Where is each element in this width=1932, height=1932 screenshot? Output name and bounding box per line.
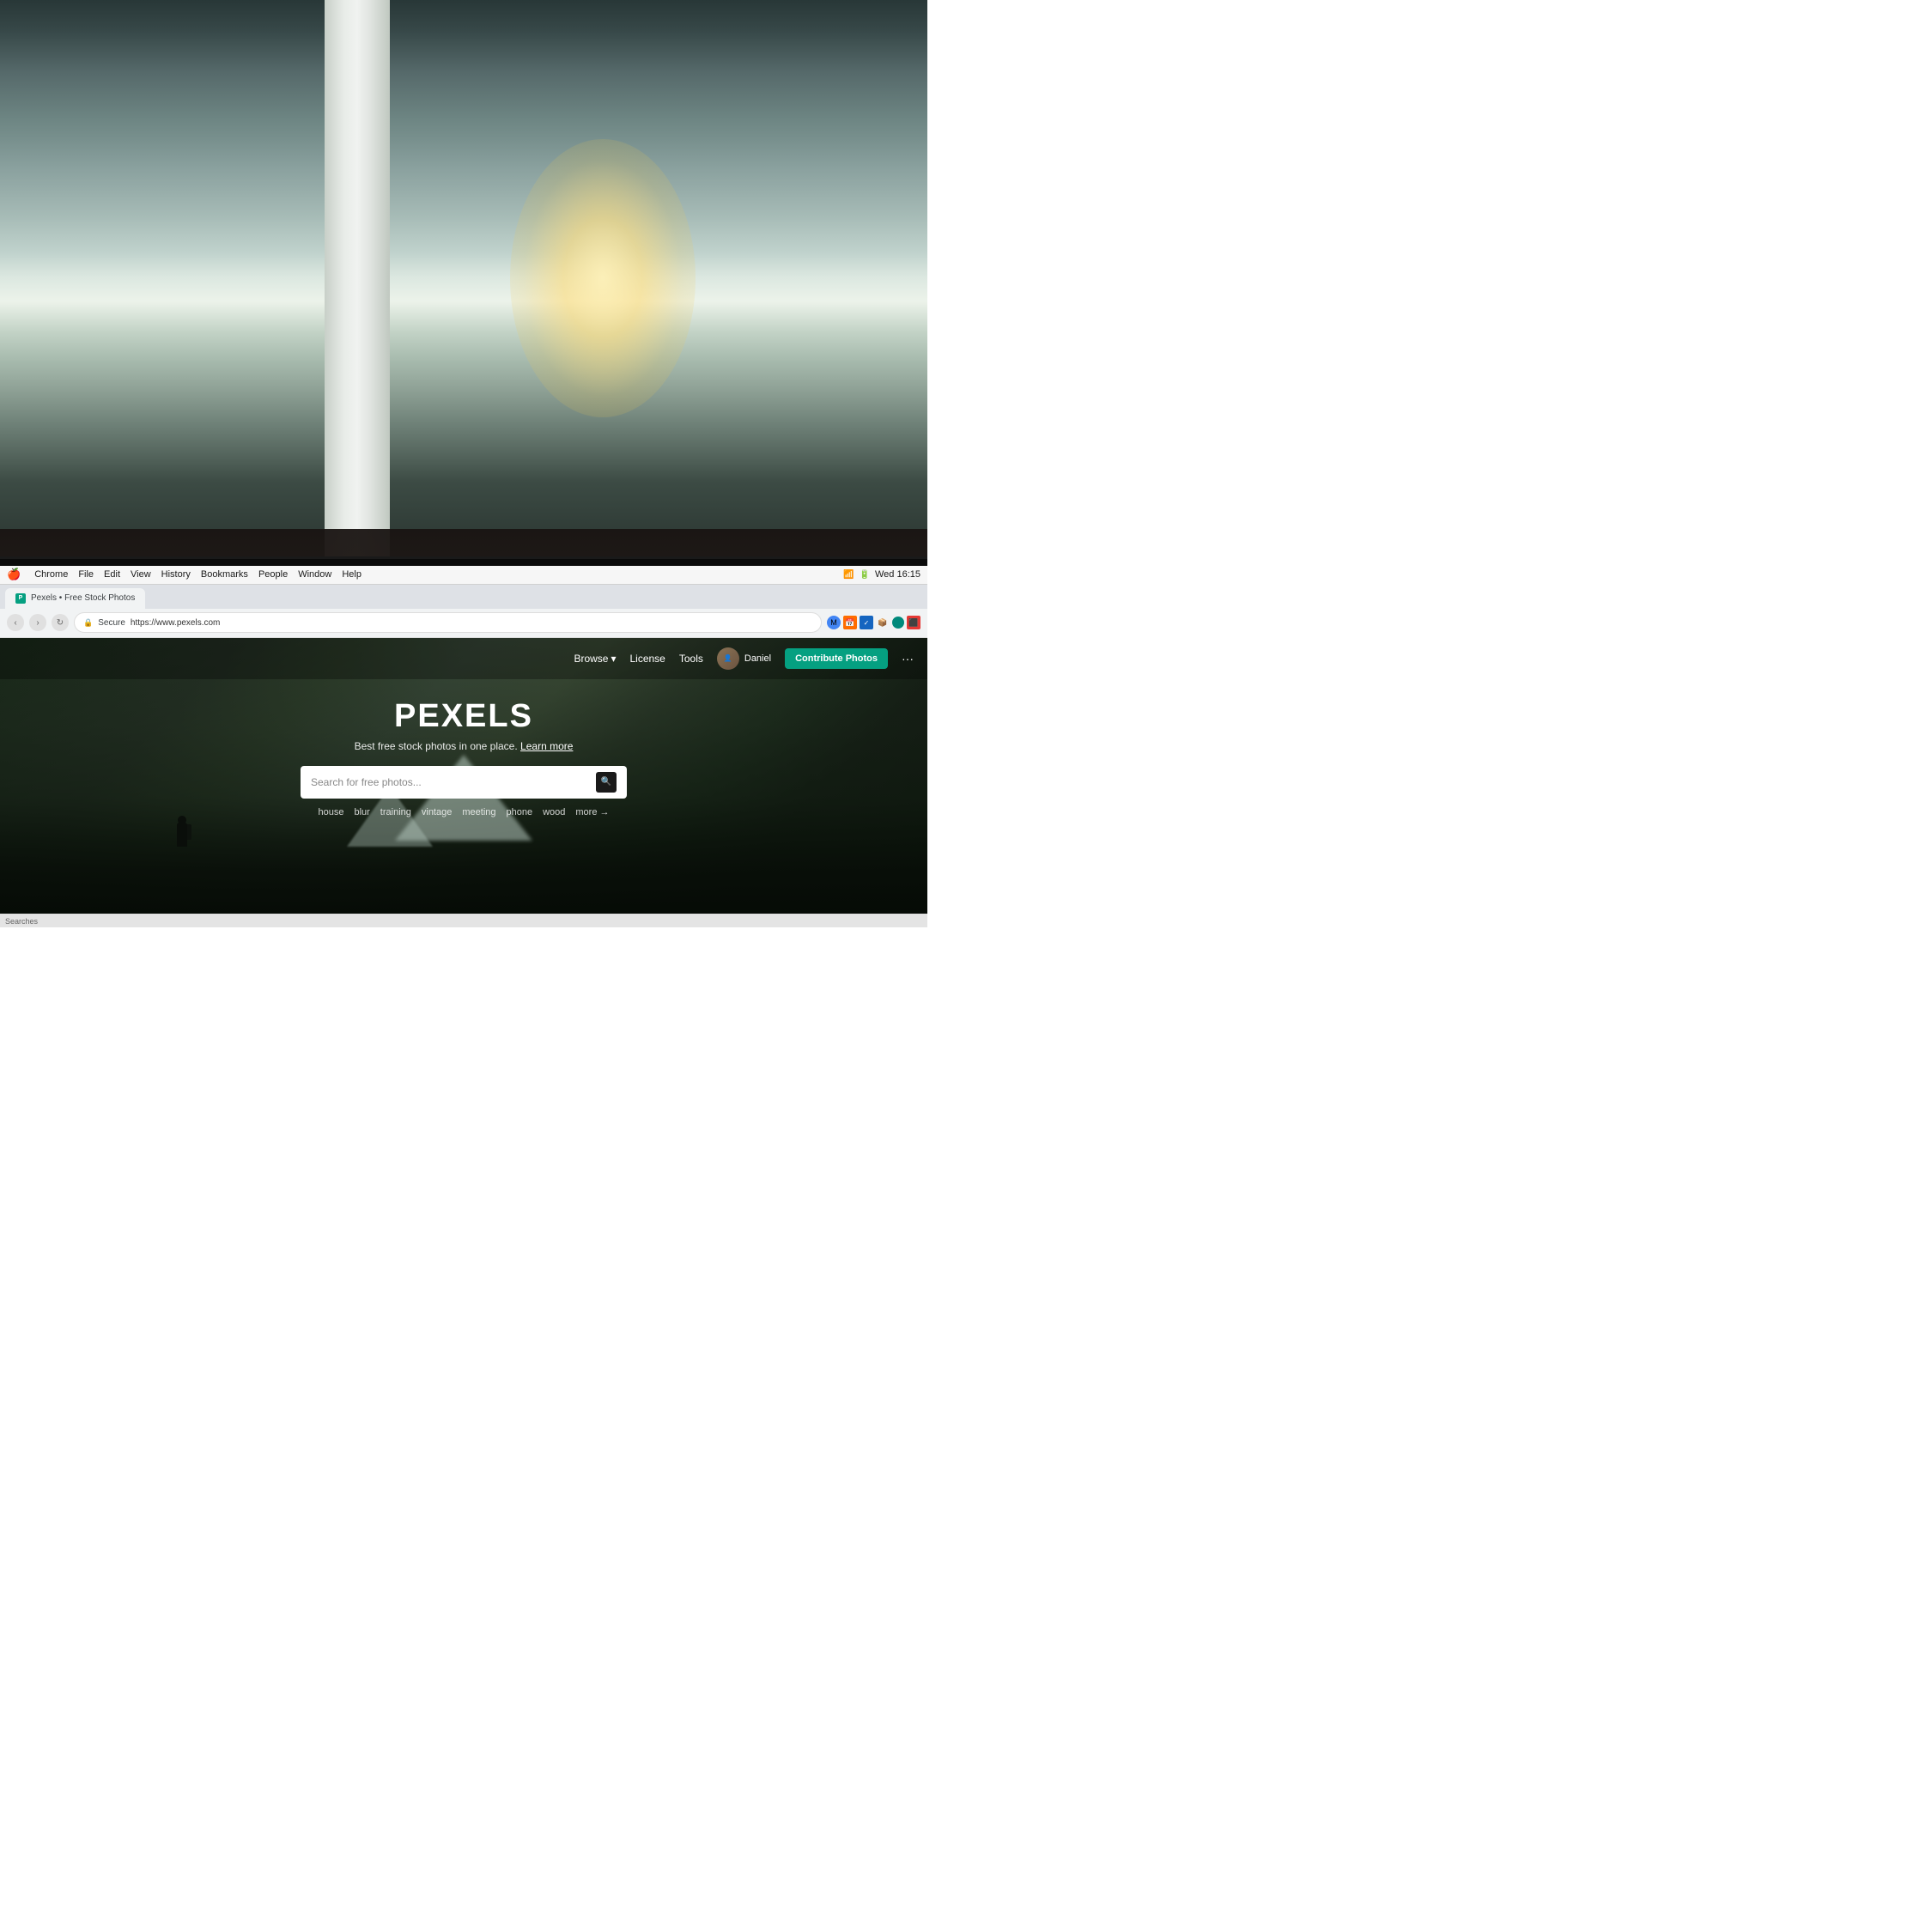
person-body	[177, 823, 187, 847]
pexels-logo: PEXELS	[394, 698, 533, 735]
calendar-icon[interactable]: 📅	[843, 616, 857, 629]
dropbox-icon[interactable]: 📦	[876, 616, 890, 629]
window-light-glow	[510, 139, 696, 417]
tools-nav-item[interactable]: Tools	[679, 653, 703, 665]
tag-training[interactable]: training	[380, 807, 411, 817]
more-tags-link[interactable]: more →	[575, 807, 609, 817]
apple-menu-icon[interactable]: 🍎	[7, 568, 21, 581]
wifi-icon: 📶	[843, 570, 854, 580]
office-scene	[0, 0, 927, 603]
secure-label: Secure	[98, 618, 125, 628]
username-label: Daniel	[744, 653, 771, 664]
pexels-hero-section: Browse ▾ License Tools 👤 Daniel Contribu…	[0, 638, 927, 927]
office-column	[325, 0, 390, 603]
hero-content: PEXELS Best free stock photos in one pla…	[0, 681, 927, 817]
extension-icon-2[interactable]: ⬛	[907, 616, 920, 629]
user-avatar: 👤	[717, 647, 739, 670]
window-menu[interactable]: Window	[298, 569, 331, 580]
search-icon: 🔍	[601, 777, 611, 787]
app-name-menu[interactable]: Chrome	[34, 569, 68, 580]
clock: Wed 16:15	[875, 569, 920, 580]
browse-nav-item[interactable]: Browse ▾	[574, 653, 616, 665]
search-placeholder-text: Search for free photos...	[311, 776, 589, 788]
user-nav-item[interactable]: 👤 Daniel	[717, 647, 771, 670]
browser-status-bar: Searches	[0, 914, 927, 927]
browse-chevron-icon: ▾	[611, 653, 616, 665]
active-tab[interactable]: P Pexels • Free Stock Photos	[5, 588, 145, 609]
tag-blur[interactable]: blur	[354, 807, 369, 817]
tagline-text: Best free stock photos in one place.	[355, 740, 518, 752]
tab-label: Pexels • Free Stock Photos	[31, 593, 135, 603]
battery-icon: 🔋	[860, 570, 870, 580]
history-menu[interactable]: History	[161, 569, 191, 580]
tag-wood[interactable]: wood	[543, 807, 565, 817]
license-nav-item[interactable]: License	[629, 653, 665, 665]
back-button[interactable]: ‹	[7, 614, 24, 631]
search-button[interactable]: 🔍	[596, 772, 617, 793]
monitor-screen: 🍎 Chrome File Edit View History Bookmark…	[0, 566, 927, 927]
bookmarks-menu[interactable]: Bookmarks	[201, 569, 248, 580]
tag-meeting[interactable]: meeting	[462, 807, 495, 817]
tag-phone[interactable]: phone	[507, 807, 533, 817]
edit-menu[interactable]: Edit	[104, 569, 120, 580]
url-text: https://www.pexels.com	[131, 618, 220, 628]
extension-icon-1[interactable]	[892, 617, 904, 629]
forward-button[interactable]: ›	[29, 614, 46, 631]
address-bar[interactable]: 🔒 Secure https://www.pexels.com	[74, 612, 822, 633]
people-menu[interactable]: People	[258, 569, 288, 580]
secure-icon: 🔒	[83, 618, 93, 628]
chrome-nav-bar: ‹ › ↻ 🔒 Secure https://www.pexels.com M …	[0, 609, 927, 638]
gmail-icon[interactable]: M	[827, 616, 841, 629]
browser-extension-icons: M 📅 ✓ 📦 ⬛	[827, 616, 920, 629]
macos-menubar: 🍎 Chrome File Edit View History Bookmark…	[0, 566, 927, 585]
search-tags: house blur training vintage meeting phon…	[318, 807, 609, 817]
reload-button[interactable]: ↻	[52, 614, 69, 631]
tag-vintage[interactable]: vintage	[422, 807, 452, 817]
learn-more-link[interactable]: Learn more	[520, 740, 573, 752]
todo-icon[interactable]: ✓	[860, 616, 873, 629]
more-options-button[interactable]: ···	[902, 652, 914, 665]
file-menu[interactable]: File	[78, 569, 94, 580]
help-menu[interactable]: Help	[342, 569, 361, 580]
pexels-navbar: Browse ▾ License Tools 👤 Daniel Contribu…	[0, 638, 927, 679]
tag-house[interactable]: house	[318, 807, 343, 817]
contribute-photos-button[interactable]: Contribute Photos	[785, 648, 888, 669]
view-menu[interactable]: View	[131, 569, 151, 580]
status-text: Searches	[5, 917, 38, 926]
pexels-website: Browse ▾ License Tools 👤 Daniel Contribu…	[0, 638, 927, 927]
tab-favicon: P	[15, 593, 26, 604]
pexels-tagline: Best free stock photos in one place. Lea…	[355, 740, 574, 752]
search-bar[interactable]: Search for free photos... 🔍	[301, 766, 627, 799]
chrome-tab-bar: P Pexels • Free Stock Photos	[0, 585, 927, 609]
